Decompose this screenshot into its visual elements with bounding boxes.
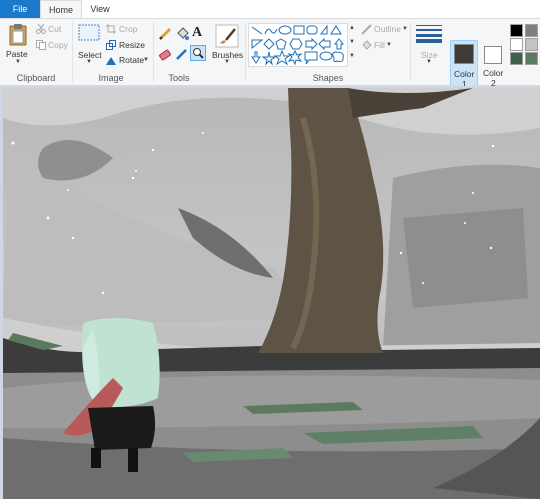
magnifier-icon (193, 48, 204, 59)
outline-button[interactable]: Outline ▼ (361, 23, 409, 35)
copy-button[interactable]: Copy (36, 39, 68, 51)
text-icon[interactable]: A (192, 25, 202, 41)
chevron-up-icon: ▲ (349, 25, 355, 31)
select-rectangle-icon (78, 24, 100, 41)
magnifier-button[interactable] (190, 45, 206, 61)
divider (410, 22, 411, 82)
select-button[interactable]: Select ▼ (76, 21, 102, 67)
size-button[interactable]: Size ▼ (413, 21, 445, 69)
tab-view[interactable]: View (84, 0, 116, 18)
color2-swatch (484, 46, 502, 64)
chevron-down-icon: ▼ (143, 57, 149, 63)
pencil-icon[interactable] (158, 27, 172, 41)
clipboard-group-label: Clipboard (16, 73, 56, 83)
chevron-down-icon: ▼ (386, 42, 392, 48)
line-width-icon (416, 25, 442, 43)
chevron-down-icon: ▼ (15, 59, 21, 65)
tools-group-label: Tools (168, 73, 190, 83)
paste-button[interactable]: Paste ▼ (4, 21, 32, 67)
resize-button[interactable]: Resize (106, 39, 146, 51)
palette-swatch-green[interactable] (525, 52, 538, 65)
palette-swatch-gray[interactable] (525, 24, 538, 37)
outline-label: Outline (374, 24, 401, 34)
resize-label: Resize (119, 40, 145, 50)
divider (245, 22, 246, 82)
color2-button[interactable]: Color 2 (480, 40, 508, 88)
chevron-down-icon: ▼ (224, 59, 230, 65)
copy-label: Copy (48, 40, 68, 50)
color1-label: Color (454, 69, 475, 79)
cut-label: Cut (48, 24, 62, 34)
fill-button[interactable]: Fill ▼ (361, 39, 397, 51)
painting-image (3, 88, 540, 499)
drawing-canvas[interactable] (3, 88, 540, 499)
cut-button[interactable]: Cut (36, 23, 66, 35)
rotate-button[interactable]: Rotate ▼ (106, 54, 150, 66)
tab-file[interactable]: File (0, 0, 40, 18)
palette-swatch-black[interactable] (510, 24, 523, 37)
rotate-label: Rotate (119, 55, 145, 65)
copy-icon (36, 40, 46, 50)
shapes-grid-icon (251, 24, 345, 66)
chevron-down-icon: ▼ (402, 26, 408, 32)
color2-label: Color (483, 68, 504, 78)
outline-icon (361, 24, 372, 35)
expand-icon: ▼ (349, 53, 355, 59)
fill-label: Fill (374, 40, 385, 50)
color1-swatch (454, 44, 474, 64)
shapes-group-label: Shapes (312, 73, 344, 83)
palette-swatch-light-gray[interactable] (525, 38, 538, 51)
color-picker-icon[interactable] (175, 47, 189, 61)
brush-icon (215, 24, 239, 48)
divider (72, 22, 73, 82)
chevron-down-icon: ▼ (349, 39, 355, 45)
clipboard-icon (9, 24, 27, 46)
chevron-down-icon: ▼ (426, 59, 432, 65)
tab-home[interactable]: Home (40, 0, 82, 18)
fill-icon (362, 40, 372, 50)
crop-button[interactable]: Crop (106, 23, 140, 35)
divider (153, 22, 154, 82)
shapes-gallery[interactable] (248, 23, 348, 67)
palette-swatch-white[interactable] (510, 38, 523, 51)
brushes-button[interactable]: Brushes ▼ (211, 21, 243, 69)
fill-bucket-icon[interactable] (175, 27, 189, 41)
palette-swatch-dark-green[interactable] (510, 52, 523, 65)
resize-icon (106, 40, 116, 50)
shapes-scroll[interactable]: ▲ ▼ ▼ (348, 23, 357, 67)
crop-label: Crop (119, 24, 138, 34)
rotate-icon (106, 57, 116, 65)
image-group-label: Image (98, 73, 124, 83)
color1-button[interactable]: Color 1 (450, 40, 478, 89)
eraser-icon[interactable] (158, 47, 172, 61)
ribbon-tabs: File Home View (0, 0, 540, 18)
chevron-down-icon: ▼ (86, 59, 92, 65)
paste-label: Paste (6, 49, 28, 59)
crop-icon (106, 24, 116, 34)
scissors-icon (36, 24, 46, 34)
ribbon: Paste ▼ Cut Copy Clipboard Select ▼ Crop (0, 18, 540, 89)
